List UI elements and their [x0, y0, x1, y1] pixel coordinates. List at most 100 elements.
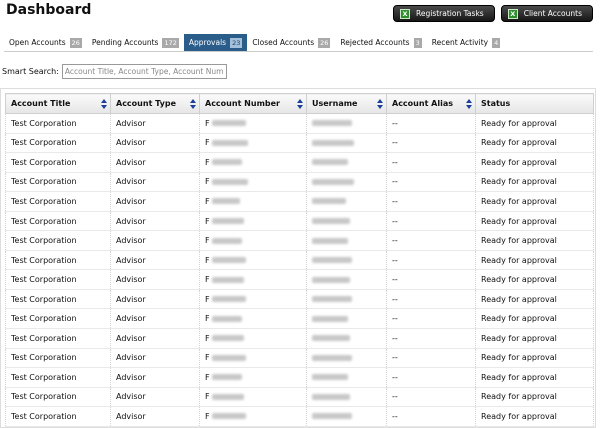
cell-account-title: Test Corporation — [5, 348, 111, 369]
column-header-account-number[interactable]: Account Number — [199, 93, 307, 114]
cell-account-title: Test Corporation — [5, 211, 111, 232]
column-header-username[interactable]: Username — [306, 93, 387, 114]
cell-account-type: Advisor — [110, 348, 200, 369]
redacted-account-number — [211, 374, 242, 381]
cell-account-number: F — [199, 387, 307, 408]
cell-status: Ready for approval — [475, 308, 594, 330]
cell-account-number: F — [199, 152, 307, 173]
cell-account-title: Test Corporation — [5, 269, 111, 290]
cell-account-type: Advisor — [110, 250, 200, 271]
export-buttons: X Registration Tasks X Client Accounts — [392, 5, 593, 22]
table-row[interactable]: Test Corporation Advisor F -- Ready for appr… — [5, 348, 594, 369]
cell-status: Ready for approval — [475, 328, 594, 349]
cell-account-type: Advisor — [110, 230, 200, 251]
table-row[interactable]: Test Corporation Advisor F -- Ready for appr… — [5, 191, 594, 212]
client-accounts-button[interactable]: X Client Accounts — [500, 5, 593, 22]
tab-closed-accounts[interactable]: Closed Accounts 26 — [247, 34, 336, 51]
table-row[interactable]: Test Corporation Advisor F -- Ready for appr… — [5, 113, 594, 134]
sort-arrows-icon[interactable] — [101, 99, 107, 109]
tab-recent-activity[interactable]: Recent Activity 4 — [426, 34, 506, 51]
redacted-account-number — [211, 393, 244, 400]
cell-account-type: Advisor — [110, 269, 200, 290]
registration-tasks-label: Registration Tasks — [415, 9, 484, 18]
table-row[interactable]: Test Corporation Advisor F -- Ready for appr… — [5, 133, 594, 154]
search-label: Smart Search: — [2, 67, 59, 76]
cell-status: Ready for approval — [475, 367, 594, 388]
redacted-account-number — [211, 257, 246, 264]
count-badge: 3 — [413, 37, 422, 48]
cell-status: Ready for approval — [475, 406, 594, 427]
column-header-label: Account Title — [11, 99, 71, 108]
redacted-username — [312, 139, 354, 146]
cell-username — [306, 152, 387, 173]
column-header-label: Username — [312, 99, 358, 108]
cell-account-number: F — [199, 113, 307, 134]
redacted-username — [312, 257, 352, 264]
registration-tasks-button[interactable]: X Registration Tasks — [392, 5, 495, 22]
account-number-prefix: F — [205, 294, 210, 304]
column-header-account-type[interactable]: Account Type — [110, 93, 200, 114]
cell-account-title: Test Corporation — [5, 406, 111, 427]
table-row[interactable]: Test Corporation Advisor F -- Ready for appr… — [5, 152, 594, 173]
redacted-username — [312, 413, 352, 420]
column-header-account-alias[interactable]: Account Alias — [386, 93, 476, 114]
table-row[interactable]: Test Corporation Advisor F -- Ready for appr… — [5, 406, 594, 427]
cell-account-title: Test Corporation — [5, 387, 111, 408]
cell-account-type: Advisor — [110, 172, 200, 193]
cell-account-alias: -- — [386, 367, 476, 388]
tab-pending-accounts[interactable]: Pending Accounts 172 — [86, 34, 184, 51]
table-row[interactable]: Test Corporation Advisor F -- Ready for appr… — [5, 250, 594, 271]
cell-username — [306, 191, 387, 212]
cell-account-number: F — [199, 367, 307, 388]
column-header-status[interactable]: Status — [475, 93, 594, 114]
redacted-username — [312, 218, 350, 224]
table-row[interactable]: Test Corporation Advisor F -- Ready for appr… — [5, 387, 594, 408]
excel-icon: X — [507, 8, 518, 19]
table-row[interactable]: Test Corporation Advisor F -- Ready for appr… — [5, 328, 594, 349]
account-number-prefix: F — [205, 196, 210, 206]
cell-account-title: Test Corporation — [5, 191, 111, 212]
account-number-prefix: F — [205, 275, 210, 285]
redacted-account-number — [211, 335, 244, 342]
sort-arrows-icon[interactable] — [190, 99, 196, 109]
count-badge: 23 — [230, 37, 243, 48]
redacted-account-number — [211, 120, 246, 127]
redacted-username — [312, 159, 348, 166]
excel-icon: X — [399, 8, 410, 19]
tab-open-accounts[interactable]: Open Accounts 26 — [4, 34, 87, 51]
sort-arrows-icon[interactable] — [466, 99, 472, 109]
table-row[interactable]: Test Corporation Advisor F -- Ready for appr… — [5, 308, 594, 330]
cell-status: Ready for approval — [475, 211, 594, 232]
cell-status: Ready for approval — [475, 387, 594, 408]
count-badge: 26 — [69, 37, 82, 48]
table-row[interactable]: Test Corporation Advisor F -- Ready for appr… — [5, 172, 594, 193]
table-row[interactable]: Test Corporation Advisor F -- Ready for appr… — [5, 367, 594, 388]
tab-label: Rejected Accounts — [340, 38, 410, 47]
cell-username — [306, 250, 387, 271]
table-row[interactable]: Test Corporation Advisor F -- Ready for appr… — [5, 211, 594, 232]
cell-username — [306, 328, 387, 349]
sort-arrows-icon[interactable] — [377, 99, 383, 109]
column-header-account-title[interactable]: Account Title — [5, 93, 111, 114]
table-row[interactable]: Test Corporation Advisor F -- Ready for appr… — [5, 230, 594, 251]
cell-account-number: F — [199, 308, 307, 330]
redacted-username — [312, 120, 352, 127]
cell-status: Ready for approval — [475, 172, 594, 193]
table-row[interactable]: Test Corporation Advisor F -- Ready for appr… — [5, 269, 594, 290]
cell-account-title: Test Corporation — [5, 250, 111, 271]
cell-account-number: F — [199, 191, 307, 212]
tab-rejected-accounts[interactable]: Rejected Accounts 3 — [335, 34, 427, 51]
table-row[interactable]: Test Corporation Advisor F -- Ready for appr… — [5, 289, 594, 310]
tab-label: Recent Activity — [431, 38, 489, 47]
redacted-username — [312, 198, 346, 205]
cell-account-type: Advisor — [110, 191, 200, 212]
account-number-prefix: F — [205, 392, 210, 402]
sort-arrows-icon[interactable] — [297, 99, 303, 109]
account-number-prefix: F — [205, 255, 210, 265]
cell-username — [306, 133, 387, 154]
cell-account-title: Test Corporation — [5, 152, 111, 173]
search-input[interactable] — [61, 64, 227, 79]
tab-approvals[interactable]: Approvals 23 — [183, 34, 248, 51]
tab-label: Closed Accounts — [252, 38, 315, 47]
cell-account-alias: -- — [386, 289, 476, 310]
